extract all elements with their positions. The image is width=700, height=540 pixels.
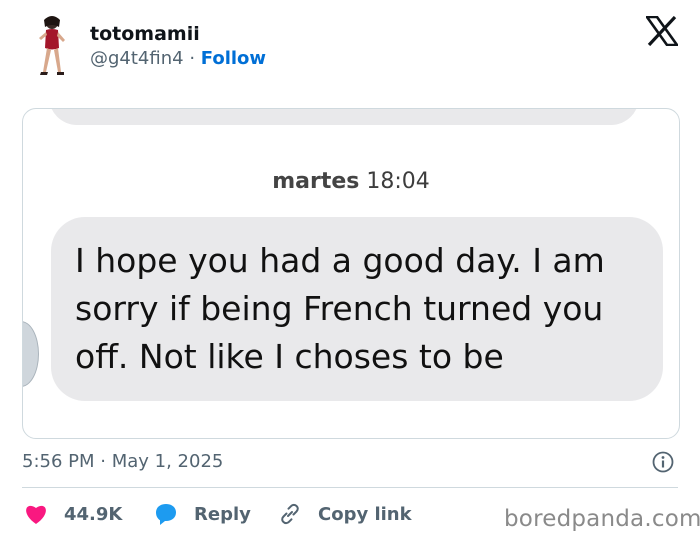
display-name[interactable]: totomamii [90, 23, 200, 45]
tweet-header: totomamii @g4t4fin4 · Follow [0, 0, 700, 90]
reply-bubble-icon [156, 504, 176, 525]
copy-link-button[interactable]: Copy link [278, 500, 412, 528]
x-logo-icon[interactable] [646, 16, 678, 46]
reply-label: Reply [194, 503, 251, 525]
user-avatar[interactable] [34, 14, 70, 78]
handle-row: @g4t4fin4 · Follow [90, 48, 266, 69]
message-bubble: I hope you had a good day. I am sorry if… [51, 217, 663, 401]
previous-message-bubble [49, 109, 639, 125]
action-bar: 44.9K Reply Copy link [22, 500, 492, 528]
chat-contact-avatar [23, 321, 39, 387]
source-watermark: boredpanda.com [504, 506, 700, 532]
copy-link-label: Copy link [318, 503, 412, 525]
like-count: 44.9K [64, 503, 123, 525]
reply-button[interactable]: Reply [154, 500, 251, 528]
tweet-date: May 1, 2025 [111, 451, 224, 472]
timestamp-separator: · [94, 451, 112, 472]
heart-icon [26, 505, 46, 524]
chat-time: 18:04 [366, 169, 430, 194]
tweet-timestamp[interactable]: 5:56 PM · May 1, 2025 [22, 451, 223, 472]
chat-timestamp: martes 18:04 [23, 169, 679, 194]
screenshot-media[interactable]: martes 18:04 I hope you had a good day. … [22, 108, 680, 439]
divider [22, 487, 678, 488]
info-icon[interactable] [652, 451, 674, 473]
tweet-time: 5:56 PM [22, 451, 95, 472]
follow-button[interactable]: Follow [201, 48, 266, 69]
user-handle[interactable]: @g4t4fin4 [90, 48, 184, 69]
chat-day: martes [272, 169, 360, 194]
message-text: I hope you had a good day. I am sorry if… [75, 241, 605, 376]
like-button[interactable]: 44.9K [24, 500, 122, 528]
handle-separator: · [183, 48, 201, 69]
link-icon [281, 503, 299, 525]
